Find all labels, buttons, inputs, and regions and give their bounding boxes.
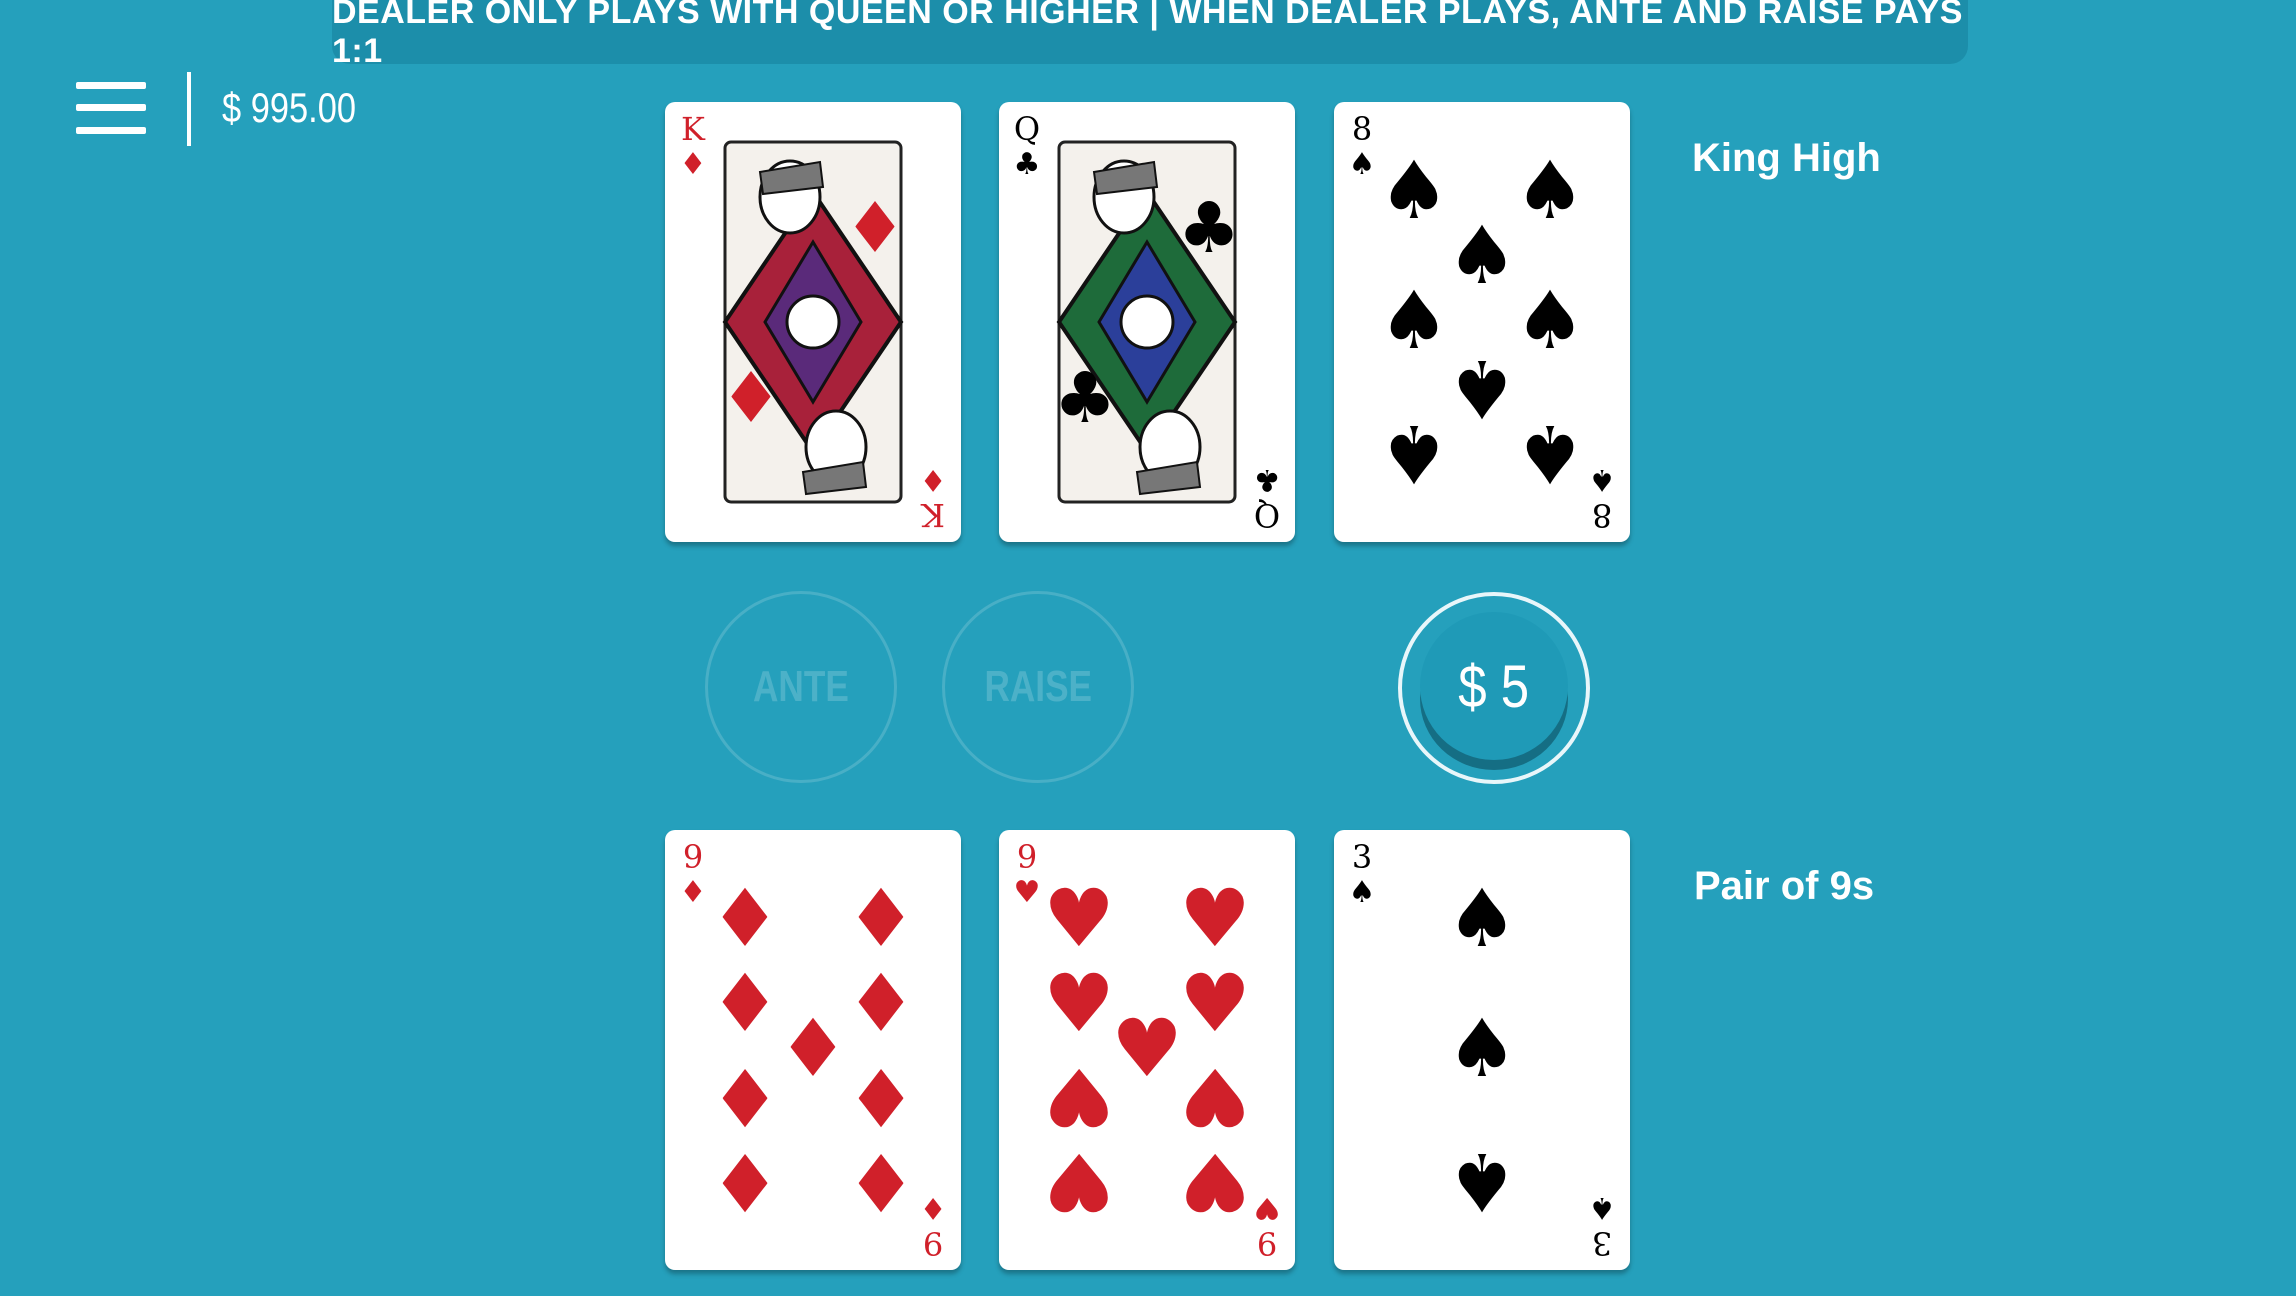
player-card-3-face: 3♠3♠♠♠♠ — [1349, 838, 1616, 1262]
dealer-card-3-pip: ♠ — [1446, 342, 1518, 435]
player-card-3-suit-top: ♠ — [1349, 875, 1376, 910]
dealer-card-2-suit-bottom: ♣ — [1254, 462, 1281, 497]
player-card-2-pip: ♥ — [1043, 957, 1115, 1050]
dealer-card-3-pip: ♠ — [1446, 209, 1518, 302]
rules-banner: DEALER ONLY PLAYS WITH QUEEN OR HIGHER |… — [332, 0, 1968, 70]
dealer-card-3-rank-top: 8 — [1352, 110, 1372, 148]
player-card-1-pip: ♦ — [709, 957, 781, 1050]
raise-label: RAISE — [984, 662, 1092, 711]
player-card-3-rank-top: 3 — [1352, 838, 1372, 876]
dealer-card-2-court-suit: ♣ — [1054, 357, 1117, 439]
player-card-2-pip: ♥ — [1043, 872, 1115, 965]
player-card-3-pip: ♠ — [1446, 1002, 1518, 1095]
player-card-2: 9 ♥ 9 ♥ ♥ ♥ ♥ ♥ ♥ ♥ ♥ ♥ ♥ — [999, 830, 1295, 1270]
player-card-2-suit-bottom: ♥ — [1254, 1190, 1281, 1225]
dealer-card-3-pip: ♠ — [1378, 407, 1450, 500]
player-card-1-pip: ♦ — [709, 1135, 781, 1228]
player-card-3-rank-bottom: 3 — [1592, 1224, 1612, 1262]
dealer-card-2-rank-bottom: Q — [1254, 496, 1280, 534]
player-card-3: 3 ♠ 3 ♠ ♠ ♠ ♠ — [1334, 830, 1630, 1270]
raise-bet-spot[interactable]: RAISE — [942, 591, 1134, 783]
bet-chip[interactable]: $ 5 — [1420, 612, 1568, 760]
player-card-2-rank-top: 9 — [1017, 838, 1037, 876]
dealer-card-3-pip: ♠ — [1378, 274, 1450, 367]
dealer-card-3-face: 8♠8♠♠ ♠♠♠ ♠♠ ♠♠ — [1349, 110, 1616, 534]
header-divider — [187, 72, 191, 146]
dealer-card-1-rank-top: K — [681, 110, 706, 148]
dealer-card-2-face: Q♣Q♣♣♣ — [1014, 110, 1281, 534]
dealer-card-2-face-art: ♣♣ — [1054, 140, 1241, 504]
player-card-1-pip: ♦ — [709, 1050, 781, 1143]
dealer-hand-label: King High — [1692, 136, 1881, 180]
dealer-card-2-suit-top: ♣ — [1014, 147, 1041, 182]
player-card-2-pip: ♥ — [1179, 1135, 1251, 1228]
player-card-1-pip: ♦ — [845, 872, 917, 965]
ante-label: ANTE — [753, 662, 849, 711]
player-card-1-pip: ♦ — [845, 1050, 917, 1143]
player-card-2-pip: ♥ — [1179, 872, 1251, 965]
dealer-card-2: Q ♣ Q ♣ ♣ ♣ — [999, 102, 1295, 542]
player-card-2-pip: ♥ — [1043, 1135, 1115, 1228]
dealer-card-1: K ♦ K ♦ ♦ ♦ — [665, 102, 961, 542]
player-card-2-rank-bottom: 9 — [1257, 1224, 1277, 1262]
player-card-3-suit-bottom: ♠ — [1589, 1190, 1616, 1225]
dealer-card-3-suit-top: ♠ — [1349, 147, 1376, 182]
dealer-card-1-face: K♦K♦♦♦ — [680, 110, 947, 534]
dealer-card-1-face-art: ♦♦ — [720, 140, 907, 504]
player-hand-label: Pair of 9s — [1694, 864, 1875, 908]
chip-value: $ 5 — [1458, 652, 1530, 720]
player-card-1-pip: ♦ — [845, 957, 917, 1050]
dealer-card-1-court-suit: ♦ — [720, 357, 783, 439]
player-card-2-pip: ♥ — [1179, 957, 1251, 1050]
dealer-card-2-court-suit: ♣ — [1178, 187, 1241, 269]
hamburger-menu-icon[interactable] — [76, 82, 146, 134]
player-card-2-suit-top: ♥ — [1014, 875, 1041, 910]
dealer-card-1-suit-bottom: ♦ — [920, 462, 947, 497]
dealer-card-3-suit-bottom: ♠ — [1589, 462, 1616, 497]
player-card-2-pip: ♥ — [1111, 1002, 1183, 1095]
player-card-2-pip: ♥ — [1179, 1050, 1251, 1143]
player-card-2-pip: ♥ — [1043, 1050, 1115, 1143]
player-card-3-pip: ♠ — [1446, 1135, 1518, 1228]
player-card-1-rank-bottom: 9 — [923, 1224, 943, 1262]
player-card-1-pip: ♦ — [777, 1002, 849, 1095]
player-card-3-pip: ♠ — [1446, 872, 1518, 965]
balance-display: $ 995.00 — [222, 84, 357, 131]
player-card-1-suit-bottom: ♦ — [920, 1190, 947, 1225]
dealer-card-2-rank-top: Q — [1014, 110, 1040, 148]
player-card-2-face: 9♥9♥♥ ♥♥ ♥♥♥ ♥♥ ♥ — [1014, 838, 1281, 1262]
player-card-1-pip: ♦ — [845, 1135, 917, 1228]
player-card-1-pip: ♦ — [709, 872, 781, 965]
ante-bet-spot[interactable]: ANTE — [705, 591, 897, 783]
dealer-card-1-court-suit: ♦ — [844, 187, 907, 269]
dealer-card-3-pip: ♠ — [1514, 407, 1586, 500]
dealer-card-3-rank-bottom: 8 — [1592, 496, 1612, 534]
player-card-1-suit-top: ♦ — [680, 875, 707, 910]
dealer-card-3: 8 ♠ 8 ♠ ♠ ♠ ♠ ♠ ♠ ♠ ♠ ♠ — [1334, 102, 1630, 542]
dealer-card-3-pip: ♠ — [1514, 274, 1586, 367]
dealer-card-1-suit-top: ♦ — [680, 147, 707, 182]
player-card-1: 9 ♦ 9 ♦ ♦ ♦ ♦ ♦ ♦ ♦ ♦ ♦ ♦ — [665, 830, 961, 1270]
dealer-card-3-pip: ♠ — [1514, 144, 1586, 237]
dealer-card-3-pip: ♠ — [1378, 144, 1450, 237]
player-card-1-rank-top: 9 — [683, 838, 703, 876]
player-card-1-face: 9♦9♦♦ ♦♦ ♦♦♦ ♦♦ ♦ — [680, 838, 947, 1262]
dealer-card-1-rank-bottom: K — [920, 496, 945, 534]
